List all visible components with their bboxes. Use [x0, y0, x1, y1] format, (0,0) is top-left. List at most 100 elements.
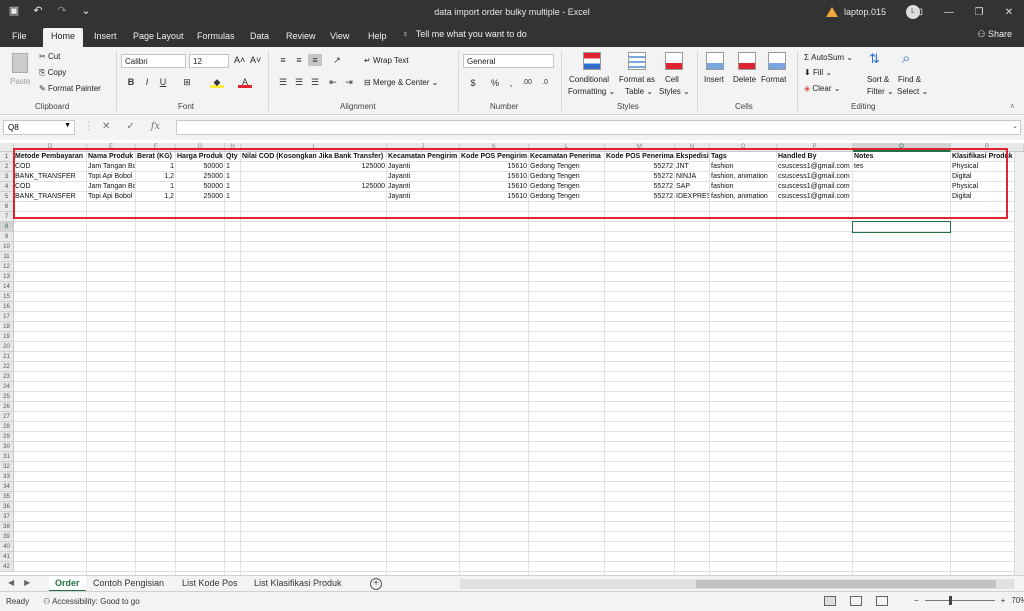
align-middle-icon[interactable]: ≡ — [292, 54, 306, 66]
row-header-22[interactable]: 22 — [0, 362, 14, 372]
zoom-level[interactable]: 70% — [1011, 596, 1024, 605]
row-header-36[interactable]: 36 — [0, 502, 14, 512]
scroll-thumb[interactable] — [696, 580, 996, 588]
enter-icon[interactable]: ✓ — [126, 121, 134, 132]
zoom-slider[interactable] — [924, 596, 995, 605]
currency-button[interactable]: $ — [466, 77, 480, 89]
row-header-3[interactable]: 3 — [0, 172, 14, 182]
number-format-select[interactable]: General — [463, 54, 554, 68]
name-box-dropdown-icon[interactable]: ▼ — [64, 122, 71, 129]
row-header-23[interactable]: 23 — [0, 372, 14, 382]
find-select-label-2[interactable]: Select ⌄ — [897, 87, 928, 96]
row-header-13[interactable]: 13 — [0, 272, 14, 282]
maximize-icon[interactable]: ❐ — [964, 0, 994, 25]
page-layout-view-icon[interactable] — [850, 596, 862, 606]
underline-button[interactable]: U — [156, 76, 170, 88]
row-header-11[interactable]: 11 — [0, 252, 14, 262]
tab-view[interactable]: View — [328, 29, 351, 47]
format-as-table-label[interactable]: Format as — [619, 75, 655, 84]
comma-button[interactable]: , — [504, 77, 518, 89]
horizontal-scrollbar[interactable] — [460, 579, 1014, 589]
vertical-scrollbar[interactable] — [1014, 152, 1024, 575]
find-select-label[interactable]: Find & — [898, 75, 921, 84]
increase-decimal-icon[interactable]: .00 — [520, 77, 534, 89]
clear-button[interactable]: ◈ Clear ⌄ — [804, 84, 840, 93]
row-header-39[interactable]: 39 — [0, 532, 14, 542]
decrease-decimal-icon[interactable]: .0 — [538, 77, 552, 89]
copy-button[interactable]: ⎘ Copy — [39, 68, 66, 78]
row-header-41[interactable]: 41 — [0, 552, 14, 562]
sheet-tab-list-klasifikasi-produk[interactable]: List Klasifikasi Produk — [254, 576, 342, 592]
decrease-font-icon[interactable]: A˅ — [250, 55, 261, 65]
autosum-button[interactable]: Σ AutoSum ⌄ — [804, 53, 853, 62]
row-header-35[interactable]: 35 — [0, 492, 14, 502]
select-all-corner[interactable] — [0, 143, 14, 152]
cell-styles-label-2[interactable]: Styles ⌄ — [659, 87, 690, 96]
font-size-select[interactable]: 12 — [189, 54, 229, 68]
format-painter-button[interactable]: ✎ Format Painter — [39, 84, 101, 93]
row-header-6[interactable]: 6 — [0, 202, 14, 212]
formula-input[interactable] — [176, 120, 1021, 135]
tell-me-box[interactable]: ♀ Tell me what you want to do — [402, 29, 527, 39]
row-header-42[interactable]: 42 — [0, 562, 14, 572]
insert-function-icon[interactable]: fx — [151, 121, 160, 132]
row-header-7[interactable]: 7 — [0, 212, 14, 222]
bold-button[interactable]: B — [124, 76, 138, 88]
decrease-indent-icon[interactable]: ⇤ — [326, 76, 340, 88]
row-header-14[interactable]: 14 — [0, 282, 14, 292]
sort-filter-label-2[interactable]: Filter ⌄ — [867, 87, 894, 96]
expand-formula-icon[interactable]: ⌄ — [1012, 122, 1018, 130]
conditional-formatting-label[interactable]: Conditional — [569, 75, 609, 84]
minimize-icon[interactable]: — — [934, 0, 964, 25]
row-header-19[interactable]: 19 — [0, 332, 14, 342]
row-header-30[interactable]: 30 — [0, 442, 14, 452]
sheet-tab-contoh-pengisian[interactable]: Contoh Pengisian — [93, 576, 164, 592]
tab-insert[interactable]: Insert — [92, 29, 119, 47]
zoom-thumb[interactable] — [948, 596, 952, 605]
row-header-34[interactable]: 34 — [0, 482, 14, 492]
zoom-out-icon[interactable]: − — [914, 596, 919, 605]
row-header-8[interactable]: 8 — [0, 222, 14, 232]
next-sheet-icon[interactable]: ▶ — [24, 578, 30, 587]
format-as-table-label-2[interactable]: Table ⌄ — [625, 87, 653, 96]
tab-formulas[interactable]: Formulas — [195, 29, 237, 47]
row-header-28[interactable]: 28 — [0, 422, 14, 432]
sheet-tab-order[interactable]: Order — [49, 576, 86, 592]
row-header-16[interactable]: 16 — [0, 302, 14, 312]
row-header-40[interactable]: 40 — [0, 542, 14, 552]
font-name-select[interactable]: Calibri — [121, 54, 186, 68]
row-header-1[interactable]: 1 — [0, 152, 14, 162]
row-header-38[interactable]: 38 — [0, 522, 14, 532]
page-break-view-icon[interactable] — [876, 596, 888, 606]
share-button[interactable]: ⚇ Share — [977, 29, 1012, 40]
row-header-2[interactable]: 2 — [0, 162, 14, 172]
borders-icon[interactable]: ⊞ — [180, 76, 194, 88]
tab-home[interactable]: Home — [43, 28, 84, 47]
row-header-17[interactable]: 17 — [0, 312, 14, 322]
close-icon[interactable]: ✕ — [994, 0, 1024, 25]
format-cells-button[interactable]: Format — [761, 75, 786, 84]
row-header-20[interactable]: 20 — [0, 342, 14, 352]
align-top-icon[interactable]: ≡ — [276, 54, 290, 66]
row-header-10[interactable]: 10 — [0, 242, 14, 252]
align-left-icon[interactable]: ☰ — [276, 76, 290, 88]
align-bottom-icon[interactable]: ≡ — [308, 54, 322, 66]
insert-cells-button[interactable]: Insert — [704, 75, 724, 84]
row-header-27[interactable]: 27 — [0, 412, 14, 422]
fill-color-icon[interactable]: ◆ — [210, 76, 224, 88]
row-header-25[interactable]: 25 — [0, 392, 14, 402]
row-header-12[interactable]: 12 — [0, 262, 14, 272]
cut-button[interactable]: ✂ Cut — [39, 52, 60, 61]
paste-button[interactable]: Paste — [10, 77, 30, 86]
paste-icon[interactable] — [12, 53, 28, 73]
row-header-33[interactable]: 33 — [0, 472, 14, 482]
row-header-9[interactable]: 9 — [0, 232, 14, 242]
tab-page-layout[interactable]: Page Layout — [131, 29, 186, 47]
merge-center-button[interactable]: ⊟ Merge & Center ⌄ — [364, 78, 438, 87]
name-box[interactable]: Q8 ▼ — [3, 120, 75, 135]
prev-sheet-icon[interactable]: ◀ — [8, 578, 14, 587]
ribbon-display-icon[interactable]: ⊡ — [904, 0, 934, 25]
accessibility-status[interactable]: ⚇ Accessibility: Good to go — [43, 597, 140, 606]
cancel-icon[interactable]: ✕ — [102, 121, 110, 132]
tab-file[interactable]: File — [10, 29, 29, 47]
